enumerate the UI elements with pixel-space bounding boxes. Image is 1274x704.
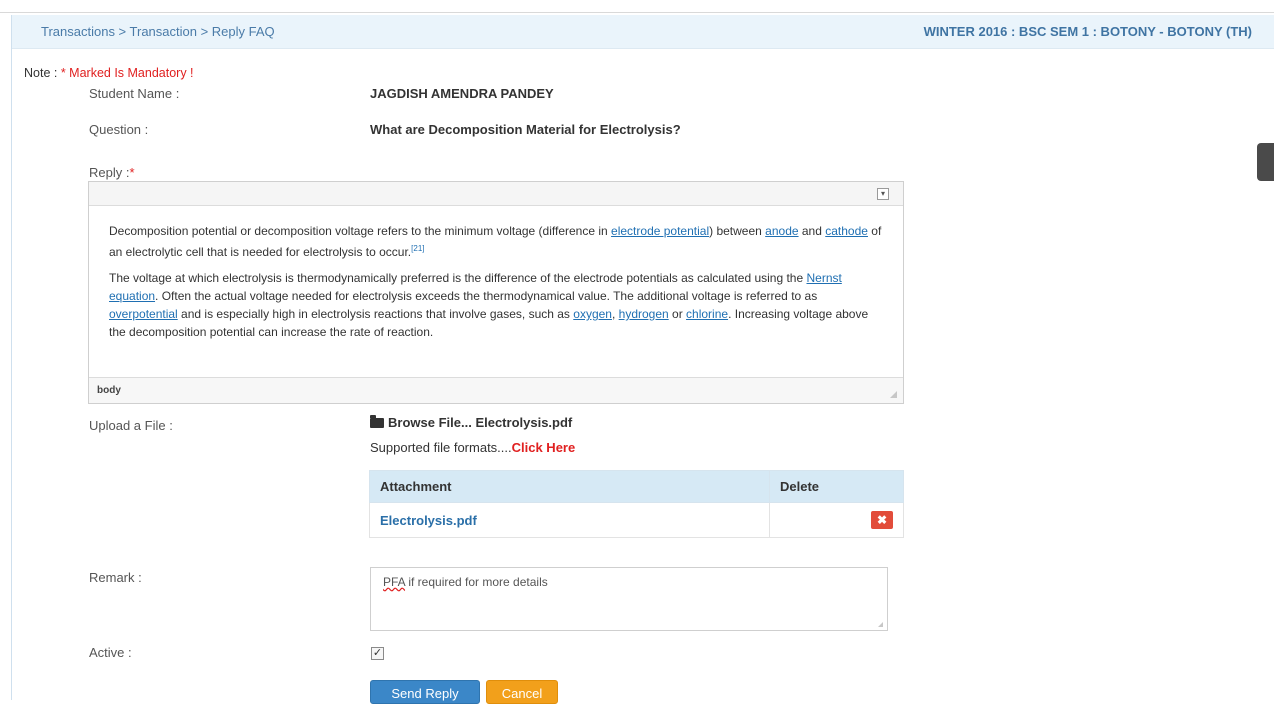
supported-formats: Supported file formats....Click Here	[370, 440, 575, 455]
note-label: Note :	[24, 66, 61, 80]
browse-file-button[interactable]: Browse File... Electrolysis.pdf	[370, 415, 572, 430]
note-mandatory-text: * Marked Is Mandatory !	[60, 66, 194, 80]
link-electrode-potential[interactable]: electrode potential	[611, 224, 709, 238]
side-panel-tab[interactable]	[1257, 143, 1274, 181]
collapse-toolbar-icon[interactable]: ▾	[877, 188, 889, 200]
link-chlorine[interactable]: chlorine	[686, 307, 728, 321]
delete-cell: ✖	[769, 502, 904, 538]
table-header-row: Attachment Delete	[369, 470, 904, 503]
link-anode[interactable]: anode	[765, 224, 798, 238]
breadcrumb-bar: Transactions > Transaction > Reply FAQ W…	[12, 15, 1274, 49]
remark-textarea[interactable]: PFA if required for more details	[370, 567, 888, 631]
citation[interactable]: [21]	[411, 244, 424, 253]
required-star: *	[129, 165, 135, 180]
folder-open-icon	[370, 415, 384, 428]
active-label: Active :	[89, 645, 132, 660]
element-path[interactable]: body	[97, 385, 121, 396]
student-name-value: JAGDISH AMENDRA PANDEY	[370, 86, 554, 101]
editor-content[interactable]: Decomposition potential or decomposition…	[89, 206, 903, 341]
send-reply-button[interactable]: Send Reply	[370, 680, 480, 704]
remark-text-rest: if required for more details	[405, 575, 548, 589]
breadcrumb-item-transaction[interactable]: Transaction	[130, 24, 197, 39]
question-value: What are Decomposition Material for Elec…	[370, 122, 681, 137]
left-rule	[11, 15, 12, 700]
editor-status-bar: body	[89, 377, 903, 403]
breadcrumb-item-reply-faq: Reply FAQ	[211, 24, 275, 39]
student-name-label: Student Name :	[89, 86, 180, 101]
link-cathode[interactable]: cathode	[825, 224, 868, 238]
table-row: Electrolysis.pdf ✖	[369, 502, 904, 538]
reply-paragraph-1: Decomposition potential or decomposition…	[109, 224, 882, 259]
reply-editor[interactable]: ▾ Decomposition potential or decompositi…	[88, 181, 904, 404]
formats-text: Supported file formats....	[370, 440, 512, 455]
remark-text-pfa: PFA	[383, 575, 406, 589]
attachment-table: Attachment Delete Electrolysis.pdf ✖	[369, 470, 904, 538]
resize-handle-icon[interactable]	[890, 391, 897, 398]
top-border	[0, 0, 1274, 13]
breadcrumb-separator: >	[196, 24, 212, 39]
reply-label: Reply :*	[89, 165, 135, 180]
mandatory-note: Note : * Marked Is Mandatory !	[24, 66, 194, 80]
editor-toolbar: ▾	[89, 182, 903, 206]
breadcrumb: Transactions > Transaction > Reply FAQ	[41, 24, 275, 39]
reply-paragraph-2: The voltage at which electrolysis is the…	[109, 271, 869, 339]
delete-attachment-button[interactable]: ✖	[871, 511, 893, 529]
cancel-button[interactable]: Cancel	[486, 680, 558, 704]
remark-label: Remark :	[89, 570, 142, 585]
reply-label-text: Reply :	[89, 165, 130, 180]
breadcrumb-item-transactions[interactable]: Transactions	[41, 24, 115, 39]
click-here-link[interactable]: Click Here	[512, 440, 576, 455]
column-header-attachment: Attachment	[369, 470, 770, 503]
link-overpotential[interactable]: overpotential	[109, 307, 178, 321]
attachment-link[interactable]: Electrolysis.pdf	[380, 513, 477, 528]
link-oxygen[interactable]: oxygen	[573, 307, 612, 321]
browse-label: Browse File...	[388, 415, 472, 430]
breadcrumb-separator: >	[114, 24, 130, 39]
link-hydrogen[interactable]: hydrogen	[619, 307, 669, 321]
textarea-resize-icon[interactable]	[878, 622, 883, 627]
attachment-cell: Electrolysis.pdf	[369, 502, 770, 538]
course-title: WINTER 2016 : BSC SEM 1 : BOTONY - BOTON…	[923, 24, 1252, 39]
times-icon: ✖	[876, 513, 888, 527]
question-label: Question :	[89, 122, 149, 137]
selected-filename: Electrolysis.pdf	[475, 415, 573, 430]
active-checkbox[interactable]: ✓	[371, 647, 384, 660]
column-header-delete: Delete	[769, 470, 904, 503]
upload-label: Upload a File :	[89, 418, 173, 433]
